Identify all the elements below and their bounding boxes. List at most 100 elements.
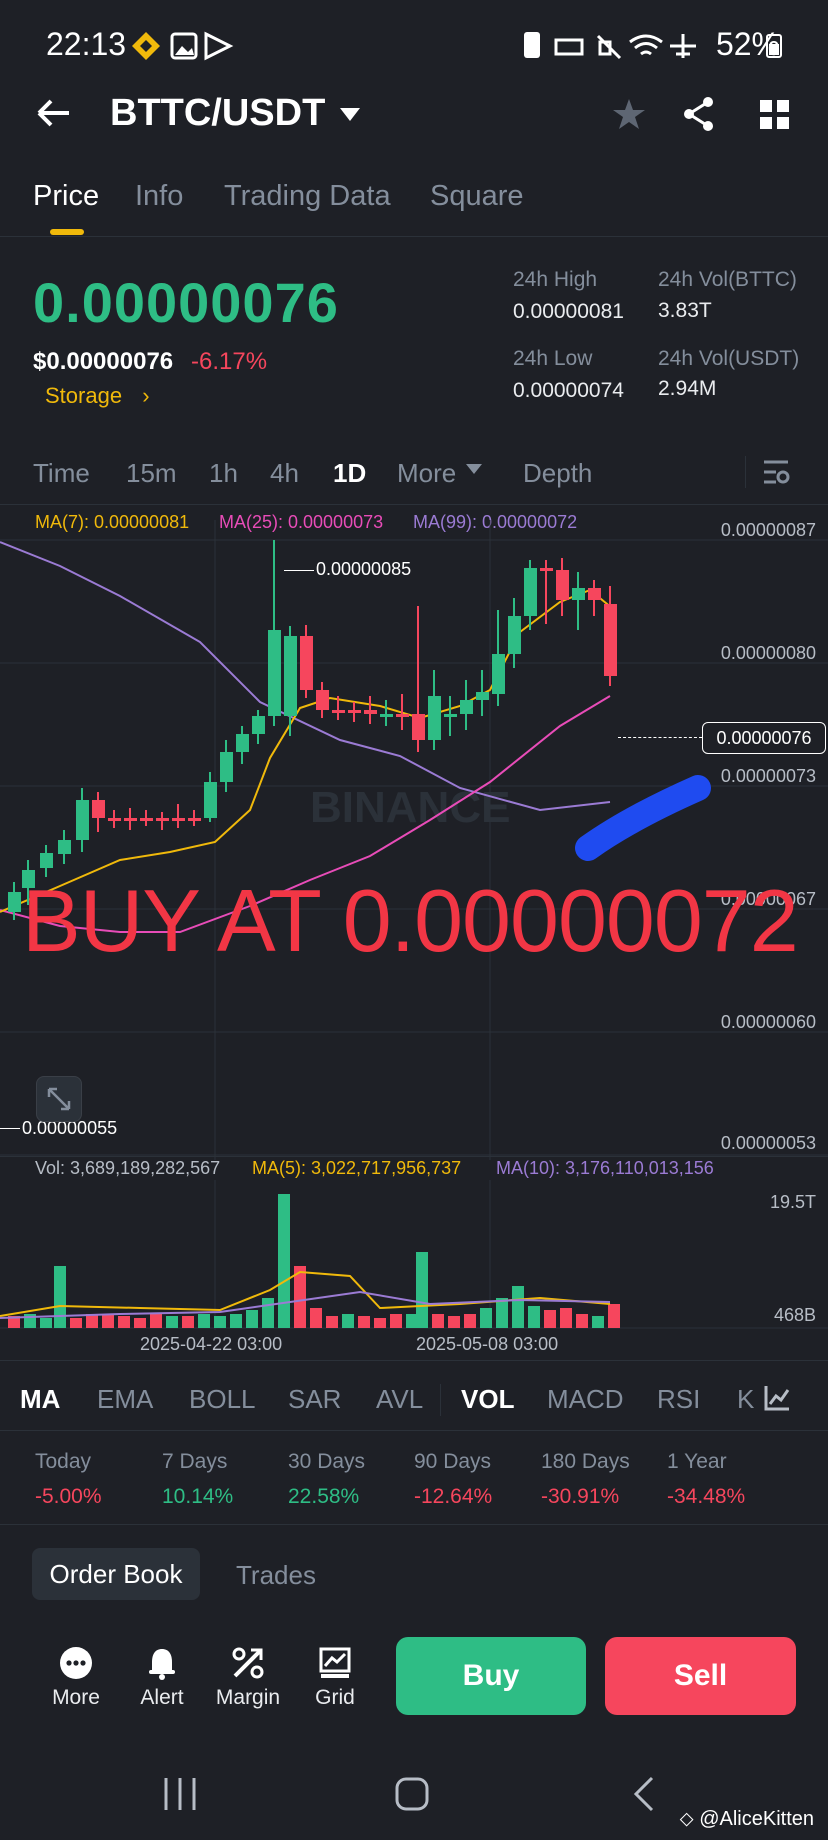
candle [492,654,505,694]
perf-value: -30.91% [541,1485,620,1508]
ind-ma[interactable]: MA [20,1384,60,1415]
high-label: 24h High [513,268,598,291]
perf-label: 30 Days [288,1450,366,1473]
margin-action[interactable]: Margin [208,1640,288,1710]
tf-more-caret-icon [466,464,482,474]
volume-bar [214,1316,226,1328]
ind-rsi[interactable]: RSI [657,1384,700,1415]
volume-bar [40,1318,52,1328]
tab-trading-data[interactable]: Trading Data [224,180,391,213]
current-price-line [618,737,702,738]
recent-apps-icon[interactable] [160,1776,200,1812]
chart-settings-icon[interactable] [762,458,790,486]
tf-more[interactable]: More [397,458,456,489]
star-icon[interactable] [612,98,646,130]
margin-label: Margin [215,1686,281,1709]
more-label: More [52,1686,100,1709]
nav-back-icon[interactable] [632,1776,656,1812]
volume-bar [278,1194,290,1328]
storage-link[interactable]: Storage › [45,383,150,409]
pair-title[interactable]: BTTC/USDT [110,92,325,135]
perf-value: 22.58% [288,1485,360,1508]
more-action[interactable]: More [36,1640,116,1710]
chevron-down-icon[interactable] [340,108,360,122]
fullscreen-button[interactable] [36,1076,82,1122]
tf-15m[interactable]: 15m [126,458,177,489]
candle [348,710,361,713]
candle [524,568,537,616]
tf-1d[interactable]: 1D [333,458,366,489]
sell-button[interactable]: Sell [605,1637,796,1715]
tab-square[interactable]: Square [430,180,524,213]
volume-bar [166,1316,178,1328]
candle [108,818,121,821]
candle [204,782,217,818]
bell-icon [149,1649,175,1680]
candle [284,636,297,716]
volume-chart[interactable] [0,1180,828,1330]
divider [0,1156,828,1157]
volume-bar [198,1314,210,1328]
low-marker-line [0,1128,20,1129]
volume-bar [528,1306,540,1328]
last-price: 0.00000076 [33,271,339,334]
perf-label: 1 Year [667,1450,727,1473]
ind-vol[interactable]: VOL [461,1384,514,1415]
perf-label: 180 Days [541,1450,630,1473]
status-bar: 22:13 52% [0,0,828,90]
x-date-label: 2025-04-22 03:00 [140,1334,283,1354]
alert-action[interactable]: Alert [122,1640,202,1710]
candle [332,710,345,713]
volume-bar [54,1266,66,1328]
back-arrow-icon[interactable] [36,98,72,128]
volume-bar [592,1316,604,1328]
buy-button[interactable]: Buy [396,1637,586,1715]
chevron-right-icon: › [142,383,150,408]
ind-avl[interactable]: AVL [376,1384,423,1415]
tab-trades[interactable]: Trades [236,1560,316,1591]
tab-active-indicator [50,229,84,235]
tf-depth[interactable]: Depth [523,458,592,489]
home-icon[interactable] [394,1776,430,1812]
ind-ema[interactable]: EMA [97,1384,153,1415]
vol-quote-label: 24h Vol(USDT) [658,347,800,370]
candle [268,630,281,716]
x-date-label: 2025-05-08 03:00 [416,1334,559,1354]
grid-label: Grid [315,1686,355,1709]
grid-action[interactable]: Grid [295,1640,375,1710]
tf-4h[interactable]: 4h [270,458,299,489]
status-system-icons [524,32,696,60]
indicator-settings-icon[interactable] [763,1384,791,1412]
tf-time[interactable]: Time [33,458,90,489]
volume-bar [374,1318,386,1328]
ind-k[interactable]: K [737,1384,754,1415]
usd-price: $0.00000076 [33,348,174,375]
volume-bar [102,1314,114,1328]
vol-ma10-label: MA(10): 3,176,110,013,156 [496,1158,714,1178]
candle [508,616,521,654]
layout-grid-icon[interactable] [760,100,790,130]
tab-info[interactable]: Info [135,180,183,213]
ind-sar[interactable]: SAR [288,1384,341,1415]
candle [156,818,169,821]
candle [58,840,71,854]
share-icon[interactable] [682,96,716,132]
candle [40,853,53,868]
high-value: 0.00000081 [513,300,624,323]
diamond-logo-icon: ⬦ [679,1808,694,1830]
candle [364,710,377,714]
tf-1h[interactable]: 1h [209,458,238,489]
tab-order-book[interactable]: Order Book [32,1548,200,1600]
candle [412,714,425,740]
more-icon [60,1647,92,1679]
ind-macd[interactable]: MACD [547,1384,624,1415]
perf-value: -12.64% [414,1485,493,1508]
candle [588,588,601,600]
ind-boll[interactable]: BOLL [189,1384,256,1415]
candle [540,568,553,571]
tab-price[interactable]: Price [33,180,99,213]
vol-label: Vol: 3,689,189,282,567 [35,1158,221,1178]
volume-bar [310,1308,322,1328]
candle [572,588,585,600]
volume-bar [326,1316,338,1328]
